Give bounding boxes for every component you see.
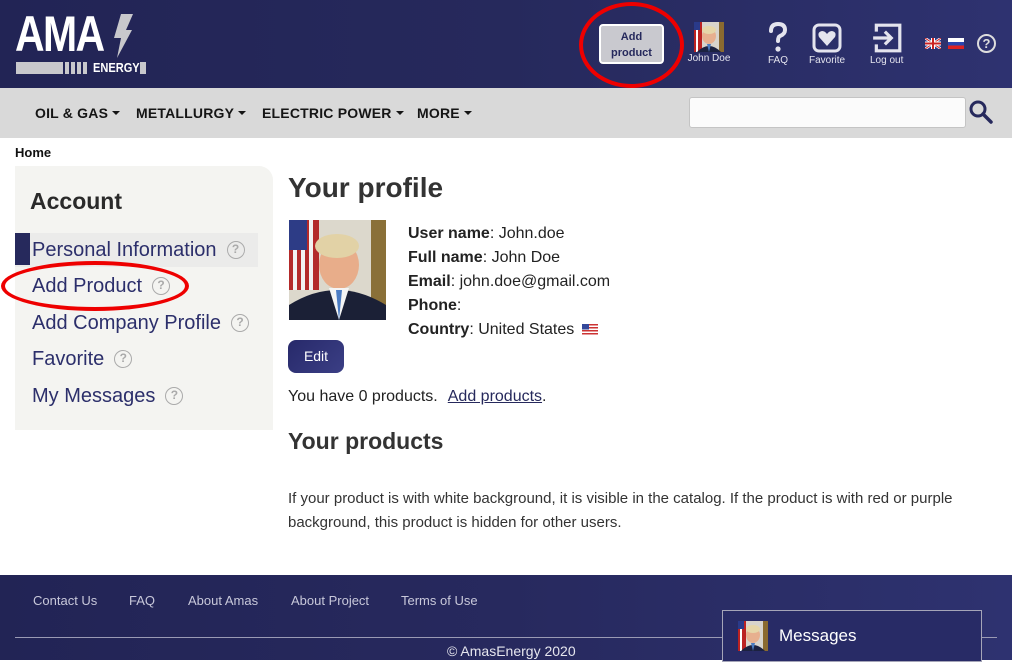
russia-flag-icon[interactable] xyxy=(948,38,964,49)
logout-link[interactable]: Log out xyxy=(870,22,903,66)
search-input[interactable] xyxy=(689,97,966,128)
logo-text: AMA xyxy=(15,6,105,62)
help-icon[interactable]: ? xyxy=(226,241,245,259)
sidebar-item-my-messages[interactable]: My Messages? xyxy=(15,379,258,413)
logout-icon xyxy=(872,23,902,53)
field-email: Email: john.doe@gmail.com xyxy=(408,273,611,290)
logo-subtext: ENERGY xyxy=(93,60,140,75)
products-info-text: If your product is with white background… xyxy=(288,490,953,531)
help-icon[interactable]: ? xyxy=(114,350,133,368)
faq-link[interactable]: FAQ xyxy=(765,22,791,66)
field-label: Full name xyxy=(408,249,483,266)
sidebar-item-label: Personal Information xyxy=(32,238,217,261)
sidebar-item-favorite[interactable]: Favorite? xyxy=(15,342,258,376)
logo-end-bar xyxy=(140,62,146,74)
messages-label: Messages xyxy=(779,626,857,645)
footer-link-about-project[interactable]: About Project xyxy=(291,593,369,608)
nav-metallurgy[interactable]: METALLURGY xyxy=(136,105,247,121)
lightning-bolt-icon xyxy=(114,14,133,58)
add-product-button[interactable]: Add product xyxy=(599,24,664,64)
profile-photo xyxy=(289,220,386,320)
field-country: Country: United States xyxy=(408,318,610,342)
user-name: John Doe xyxy=(687,53,731,64)
user-profile-link[interactable]: John Doe xyxy=(686,22,732,64)
products-count-line: You have 0 products. Add products. xyxy=(288,388,546,406)
caret-down-icon xyxy=(238,111,247,115)
footer-link-faq[interactable]: FAQ xyxy=(129,593,155,608)
period: . xyxy=(542,388,547,405)
sidebar-item-label: Add Product xyxy=(32,274,143,297)
us-flag-icon xyxy=(581,324,598,335)
caret-down-icon xyxy=(395,111,404,115)
field-value: John Doe xyxy=(491,249,561,266)
your-products-title: Your products xyxy=(288,428,444,454)
caret-down-icon xyxy=(112,111,121,115)
profile-info: User name: John.doe Full name: John Doe … xyxy=(408,222,610,342)
logout-label: Log out xyxy=(870,55,904,66)
field-label: Phone xyxy=(408,297,457,314)
favorite-label: Favorite xyxy=(809,55,846,66)
avatar xyxy=(694,22,724,52)
logo[interactable]: AMA ENERGY xyxy=(15,6,146,76)
caret-down-icon xyxy=(463,111,472,115)
sidebar-item-label: Add Company Profile xyxy=(32,311,221,334)
question-mark-icon xyxy=(769,22,788,52)
breadcrumb-home[interactable]: Home xyxy=(15,145,51,160)
field-user-name: User name: John.doe xyxy=(408,225,565,242)
sidebar-item-personal-information[interactable]: Personal Information? xyxy=(15,233,258,267)
add-product-label-line2: product xyxy=(611,47,652,59)
nav-electric-power[interactable]: ELECTRIC POWER xyxy=(262,105,404,121)
sidebar-item-add-product[interactable]: Add Product? xyxy=(15,269,258,303)
field-label: User name xyxy=(408,225,490,242)
faq-label: FAQ xyxy=(767,55,788,66)
copyright: © AmasEnergy 2020 xyxy=(447,643,576,659)
page-title: Your profile xyxy=(288,172,444,203)
field-value: John.doe xyxy=(498,225,565,242)
field-value: john.doe@gmail.com xyxy=(459,273,611,290)
nav-oil-gas[interactable]: OIL & GAS xyxy=(35,105,121,121)
nav-more[interactable]: MORE xyxy=(417,105,472,121)
sidebar-item-label: Favorite xyxy=(32,347,105,370)
footer-link-contact-us[interactable]: Contact Us xyxy=(33,593,97,608)
add-products-link[interactable]: Add products xyxy=(448,388,542,405)
edit-profile-button[interactable]: Edit xyxy=(288,340,344,373)
add-product-label-line1: Add xyxy=(620,31,643,43)
field-label: Country xyxy=(408,321,470,338)
help-icon[interactable]: ? xyxy=(977,34,996,53)
avatar xyxy=(738,621,768,651)
products-count-text: You have 0 products. xyxy=(288,388,438,405)
field-full-name: Full name: John Doe xyxy=(408,249,561,266)
field-phone: Phone: xyxy=(408,297,462,314)
favorite-link[interactable]: Favorite xyxy=(809,22,845,66)
heart-icon xyxy=(812,23,842,53)
nav-label: OIL & GAS xyxy=(35,105,109,121)
footer-link-about-amas[interactable]: About Amas xyxy=(188,593,258,608)
sidebar-item-label: My Messages xyxy=(32,384,156,407)
header: AMA ENERGY Add product John Doe FAQ Favo… xyxy=(0,0,1012,88)
field-value: United States xyxy=(478,321,575,338)
field-label: Email xyxy=(408,273,451,290)
nav-label: ELECTRIC POWER xyxy=(262,105,392,121)
messages-widget[interactable]: Messages xyxy=(722,610,982,662)
search-icon[interactable] xyxy=(968,99,994,125)
sidebar-item-add-company-profile[interactable]: Add Company Profile? xyxy=(15,306,258,340)
footer-link-terms-of-use[interactable]: Terms of Use xyxy=(401,593,478,608)
account-sidebar: Account Personal Information? Add Produc… xyxy=(15,166,273,430)
help-icon[interactable]: ? xyxy=(230,314,249,332)
nav-label: METALLURGY xyxy=(136,105,235,121)
help-icon[interactable]: ? xyxy=(152,277,171,295)
help-icon[interactable]: ? xyxy=(165,387,184,405)
sidebar-title: Account xyxy=(30,188,122,214)
uk-flag-icon[interactable] xyxy=(925,38,941,49)
logo-bars xyxy=(16,62,87,74)
nav-label: MORE xyxy=(417,105,460,121)
